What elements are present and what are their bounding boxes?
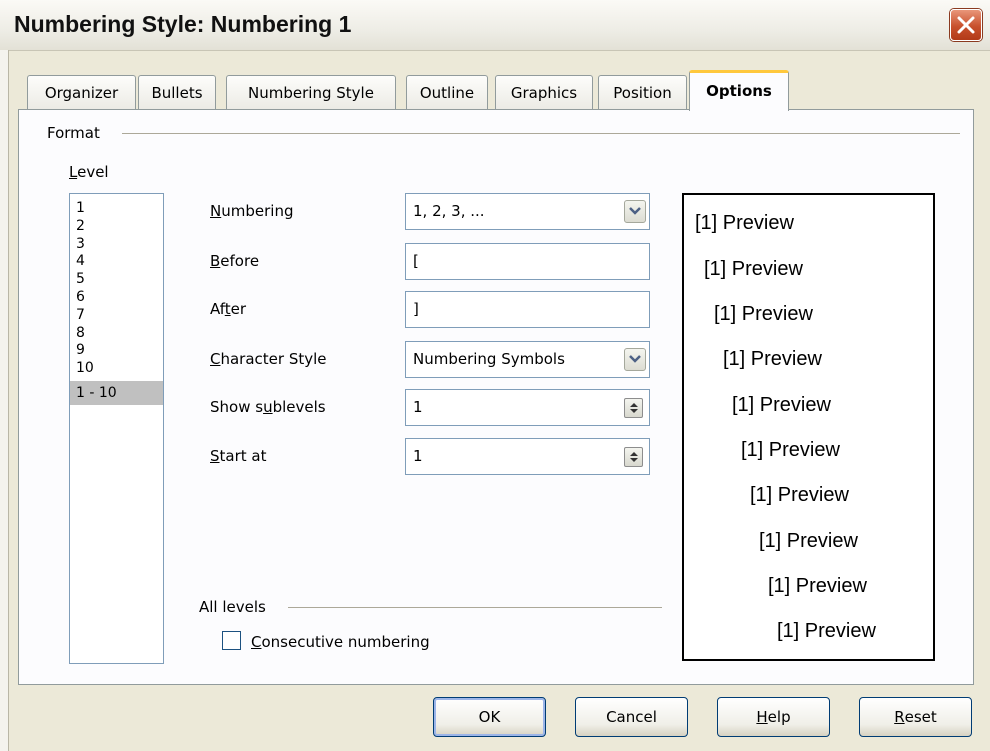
preview-line: [1] Preview	[741, 439, 840, 461]
list-item[interactable]: 2	[70, 217, 163, 235]
numbering-select[interactable]: 1, 2, 3, ...	[405, 193, 650, 230]
list-item[interactable]: 1	[70, 199, 163, 217]
show-sublevels-spin-button[interactable]	[624, 398, 643, 418]
preview-line: [1] Preview	[777, 620, 876, 642]
format-divider	[122, 133, 960, 134]
tab-graphics[interactable]: Graphics	[495, 75, 593, 109]
character-style-value: Numbering Symbols	[413, 350, 565, 368]
close-button[interactable]	[950, 9, 982, 41]
help-button[interactable]: Help	[717, 697, 830, 737]
show-sublevels-label: Show sublevels	[210, 398, 326, 416]
level-label: Level	[69, 163, 109, 181]
after-label: After	[210, 300, 247, 318]
after-value: ]	[413, 300, 419, 318]
list-item-selected[interactable]: 1 - 10	[70, 380, 163, 405]
list-item[interactable]: 7	[70, 306, 163, 324]
window-left-border	[0, 50, 9, 751]
consecutive-numbering-checkbox[interactable]	[222, 631, 241, 650]
preview-area: [1] Preview [1] Preview [1] Preview [1] …	[682, 193, 935, 661]
start-at-spin-button[interactable]	[624, 447, 643, 467]
start-at-value: 1	[413, 447, 423, 465]
all-levels-divider	[288, 607, 662, 608]
list-item[interactable]: 4	[70, 252, 163, 270]
character-style-select[interactable]: Numbering Symbols	[405, 341, 650, 378]
show-sublevels-value: 1	[413, 398, 423, 416]
character-style-dropdown-button[interactable]	[624, 348, 646, 371]
after-input[interactable]: ]	[405, 291, 650, 328]
character-style-label: Character Style	[210, 350, 327, 368]
all-levels-label: All levels	[199, 598, 266, 616]
chevron-down-icon	[629, 207, 641, 215]
chevron-down-icon	[629, 355, 641, 363]
preview-line: [1] Preview	[704, 258, 803, 280]
before-input[interactable]: [	[405, 243, 650, 280]
tab-outline[interactable]: Outline	[406, 75, 488, 109]
spin-arrows-icon	[630, 403, 638, 413]
close-icon	[957, 16, 975, 34]
numbering-value: 1, 2, 3, ...	[413, 202, 485, 220]
preview-line: [1] Preview	[732, 394, 831, 416]
tab-options[interactable]: Options	[689, 70, 789, 111]
list-item[interactable]: 5	[70, 270, 163, 288]
list-item[interactable]: 3	[70, 235, 163, 253]
preview-line: [1] Preview	[759, 530, 858, 552]
numbering-dropdown-button[interactable]	[624, 200, 646, 223]
tab-bullets[interactable]: Bullets	[138, 75, 216, 109]
tab-position[interactable]: Position	[598, 75, 687, 109]
preview-line: [1] Preview	[723, 348, 822, 370]
list-item[interactable]: 8	[70, 324, 163, 342]
spin-arrows-icon	[630, 452, 638, 462]
start-at-spinbox[interactable]: 1	[405, 438, 650, 475]
ok-button[interactable]: OK	[433, 697, 546, 737]
tab-numbering-style[interactable]: Numbering Style	[226, 75, 396, 109]
numbering-label: Numbering	[210, 202, 294, 220]
before-label: Before	[210, 252, 260, 270]
preview-line: [1] Preview	[695, 212, 794, 234]
preview-line: [1] Preview	[768, 575, 867, 597]
show-sublevels-spinbox[interactable]: 1	[405, 389, 650, 426]
reset-button[interactable]: Reset	[859, 697, 972, 737]
list-item[interactable]: 6	[70, 288, 163, 306]
before-value: [	[413, 252, 419, 270]
start-at-label: Start at	[210, 447, 267, 465]
cancel-button[interactable]: Cancel	[575, 697, 688, 737]
level-list[interactable]: 1 2 3 4 5 6 7 8 9 10 1 - 10	[69, 193, 164, 664]
preview-line: [1] Preview	[750, 484, 849, 506]
list-item[interactable]: 10	[70, 359, 163, 377]
title-bar: Numbering Style: Numbering 1	[0, 0, 990, 51]
list-item[interactable]: 9	[70, 341, 163, 359]
window-title: Numbering Style: Numbering 1	[14, 11, 352, 37]
tab-organizer[interactable]: Organizer	[27, 75, 136, 109]
consecutive-numbering-label[interactable]: Consecutive numbering	[251, 633, 430, 651]
preview-line: [1] Preview	[714, 303, 813, 325]
format-section-label: Format	[47, 124, 100, 142]
